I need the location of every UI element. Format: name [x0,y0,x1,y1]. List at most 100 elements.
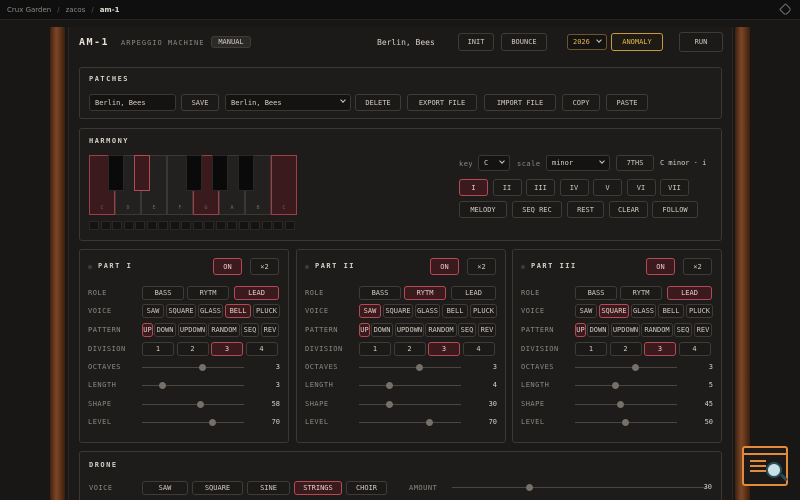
voice-square-button[interactable]: SQUARE [383,304,413,318]
part-level-slider[interactable] [142,419,244,426]
role-rytm-button[interactable]: RYTM [187,286,229,300]
step-pad[interactable] [238,221,249,230]
role-bass-button[interactable]: BASS [575,286,617,300]
part-shape-slider[interactable] [575,401,677,408]
division-3-button[interactable]: 3 [211,342,243,356]
pattern-updown-button[interactable]: UPDOWN [178,323,207,337]
pattern-seq-button[interactable]: SEQ [458,323,476,337]
rest-button[interactable]: REST [567,201,604,218]
pattern-rev-button[interactable]: REV [694,323,712,337]
voice-saw-button[interactable]: SAW [359,304,381,318]
key-select[interactable]: C [478,155,510,171]
save-button[interactable]: SAVE [181,94,219,111]
copy-button[interactable]: COPY [562,94,600,111]
pattern-up-button[interactable]: UP [359,323,370,337]
degree-button[interactable]: V [593,179,622,196]
pattern-random-button[interactable]: RANDOM [425,323,457,337]
init-button[interactable]: INIT [458,33,494,51]
step-pad[interactable] [227,221,237,230]
part-octaves-knob[interactable] [416,364,423,371]
part-on-button[interactable]: ON [430,258,459,275]
step-pad[interactable] [89,221,99,230]
part-multiplier-button[interactable]: ×2 [250,258,279,275]
drone-voice-sine-button[interactable]: SINE [247,481,290,495]
part-shape-knob[interactable] [617,401,624,408]
black-key[interactable] [238,155,254,191]
part-level-knob[interactable] [209,419,216,426]
part-octaves-slider[interactable] [575,364,677,371]
voice-square-button[interactable]: SQUARE [599,304,629,318]
division-1-button[interactable]: 1 [575,342,607,356]
patch-select[interactable]: Berlin, Bees [225,94,351,111]
part-multiplier-button[interactable]: ×2 [467,258,496,275]
anomaly-button[interactable]: ANOMALY [611,33,663,51]
voice-pluck-button[interactable]: PLUCK [686,304,713,318]
role-bass-button[interactable]: BASS [359,286,401,300]
year-select[interactable]: 2026 [567,34,607,50]
black-key[interactable] [186,155,202,191]
pattern-seq-button[interactable]: SEQ [674,323,692,337]
part-level-slider[interactable] [359,419,461,426]
part-shape-slider[interactable] [142,401,244,408]
import-file-button[interactable]: IMPORT FILE [484,94,556,111]
step-pad[interactable] [250,221,260,230]
pattern-random-button[interactable]: RANDOM [641,323,673,337]
voice-bell-button[interactable]: BELL [225,304,251,318]
voice-saw-button[interactable]: SAW [575,304,597,318]
part-shape-knob[interactable] [197,401,204,408]
pattern-rev-button[interactable]: REV [478,323,496,337]
voice-glass-button[interactable]: GLASS [198,304,223,318]
piano-keyboard[interactable]: CDEFGABC [89,155,297,233]
step-pad[interactable] [123,221,134,230]
step-pad[interactable] [192,221,203,230]
pattern-updown-button[interactable]: UPDOWN [611,323,640,337]
step-pad[interactable] [112,221,122,230]
step-pad[interactable] [204,221,214,230]
pattern-down-button[interactable]: DOWN [587,323,609,337]
pattern-random-button[interactable]: RANDOM [208,323,240,337]
run-button[interactable]: RUN [679,32,723,52]
step-pad[interactable] [261,221,272,230]
degree-button[interactable]: I [459,179,488,196]
pattern-rev-button[interactable]: REV [261,323,279,337]
role-lead-button[interactable]: LEAD [667,286,712,300]
step-pad[interactable] [100,221,111,230]
part-on-button[interactable]: ON [213,258,242,275]
voice-pluck-button[interactable]: PLUCK [470,304,497,318]
follow-button[interactable]: FOLLOW [652,201,698,218]
step-pad[interactable] [146,221,157,230]
division-4-button[interactable]: 4 [678,342,711,356]
step-pad[interactable] [181,221,191,230]
pattern-seq-button[interactable]: SEQ [241,323,259,337]
role-lead-button[interactable]: LEAD [451,286,496,300]
division-3-button[interactable]: 3 [644,342,676,356]
drone-amount-slider[interactable] [452,484,707,491]
step-pad[interactable] [158,221,168,230]
tag-icon[interactable] [779,3,792,16]
part-multiplier-button[interactable]: ×2 [683,258,712,275]
role-rytm-button[interactable]: RYTM [620,286,662,300]
part-level-knob[interactable] [426,419,433,426]
degree-button[interactable]: II [492,179,522,196]
voice-square-button[interactable]: SQUARE [166,304,196,318]
black-key[interactable] [108,155,124,191]
step-pad[interactable] [215,221,226,230]
breadcrumb-zacos[interactable]: zacos [66,6,86,14]
division-4-button[interactable]: 4 [245,342,278,356]
manual-button[interactable]: MANUAL [211,36,251,48]
part-level-knob[interactable] [622,419,629,426]
part-length-knob[interactable] [386,382,393,389]
part-octaves-slider[interactable] [359,364,461,371]
part-shape-knob[interactable] [386,401,393,408]
pattern-up-button[interactable]: UP [575,323,586,337]
step-pad[interactable] [273,221,283,230]
paste-button[interactable]: PASTE [606,94,648,111]
division-2-button[interactable]: 2 [176,342,209,356]
role-lead-button[interactable]: LEAD [234,286,279,300]
drone-voice-square-button[interactable]: SQUARE [192,481,243,495]
bounce-button[interactable]: BOUNCE [501,33,547,51]
part-on-button[interactable]: ON [646,258,675,275]
degree-button[interactable]: VII [660,179,689,196]
part-octaves-slider[interactable] [142,364,244,371]
division-2-button[interactable]: 2 [609,342,642,356]
